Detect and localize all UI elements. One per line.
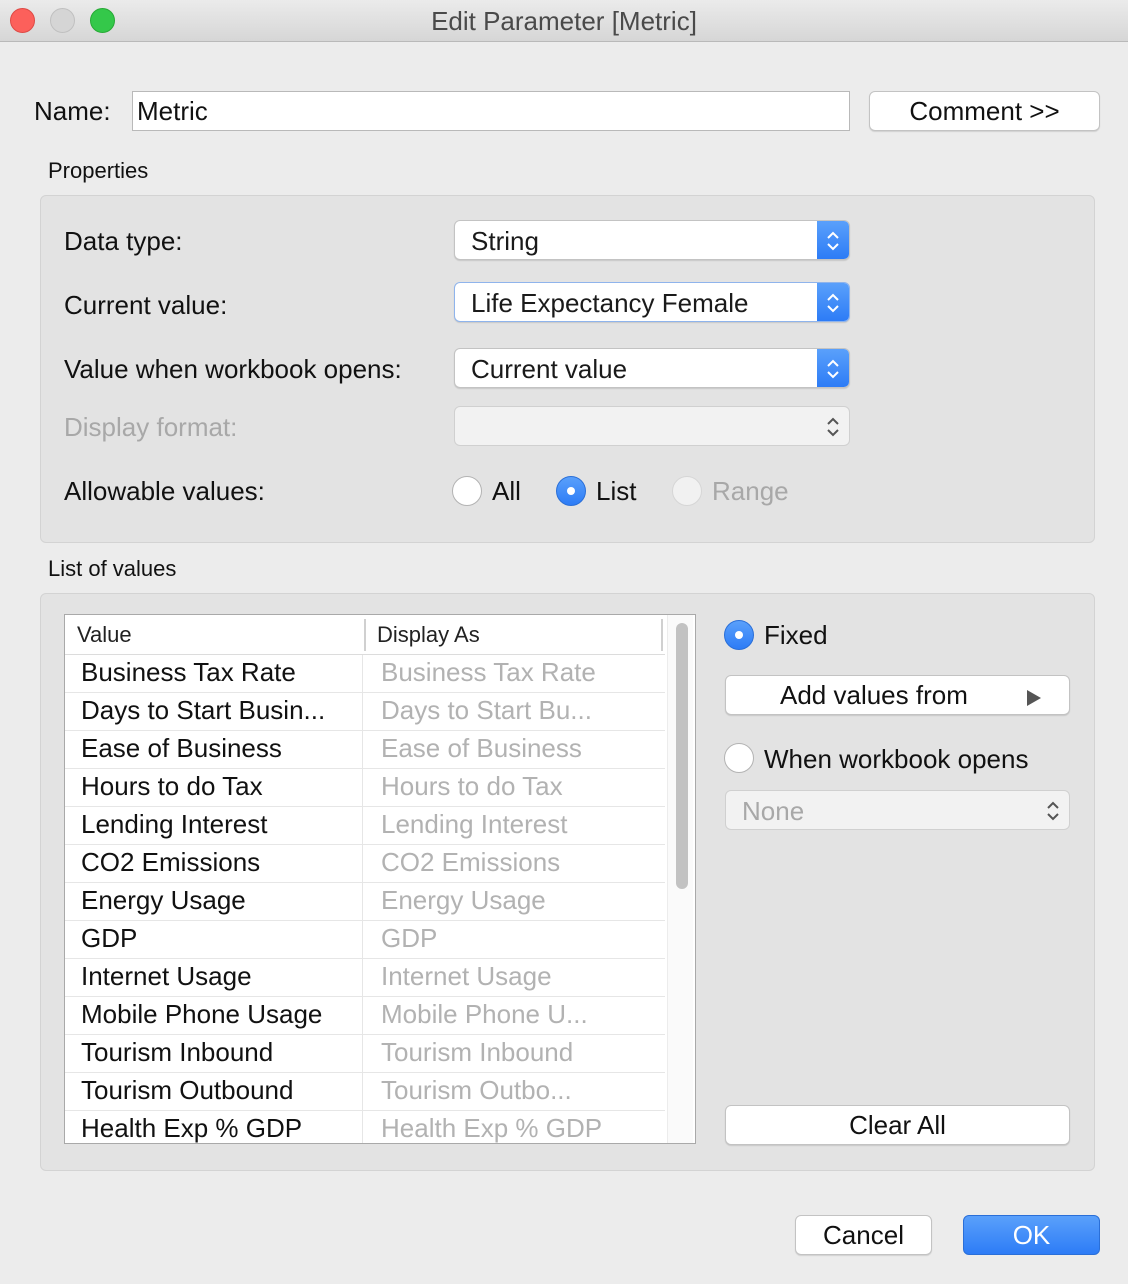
row-display-as[interactable]: Lending Interest	[381, 809, 611, 840]
column-divider	[364, 619, 366, 651]
display-format-label: Display format:	[64, 412, 238, 442]
allowable-range-radio	[672, 476, 702, 506]
row-display-as[interactable]: Tourism Outbo...	[381, 1075, 611, 1106]
row-display-as[interactable]: CO2 Emissions	[381, 847, 611, 878]
values-table[interactable]: Value Display As Business Tax Rate Busine…	[64, 614, 696, 1144]
table-row[interactable]: Health Exp % GDP Health Exp % GDP	[65, 1111, 665, 1143]
row-value[interactable]: CO2 Emissions	[81, 847, 357, 878]
current-value-select[interactable]: Life Expectancy Female	[454, 282, 850, 322]
ok-button[interactable]: OK	[963, 1215, 1100, 1255]
current-value-value: Life Expectancy Female	[471, 288, 749, 318]
name-label: Name:	[34, 96, 111, 126]
table-row[interactable]: Days to Start Busin... Days to Start Bu..…	[65, 693, 665, 731]
row-value[interactable]: Days to Start Busin...	[81, 695, 357, 726]
row-display-as[interactable]: Health Exp % GDP	[381, 1113, 611, 1143]
row-value[interactable]: Business Tax Rate	[81, 657, 357, 688]
row-display-as[interactable]: Business Tax Rate	[381, 657, 611, 688]
row-display-as[interactable]: Internet Usage	[381, 961, 611, 992]
select-arrows-icon	[817, 283, 849, 321]
select-arrows-icon	[817, 221, 849, 259]
list-of-values-section-label: List of values	[48, 556, 177, 581]
workbook-opens-source-select: None	[725, 790, 1070, 830]
table-row[interactable]: Mobile Phone Usage Mobile Phone U...	[65, 997, 665, 1035]
workbook-opens-value: Current value	[471, 354, 628, 384]
row-display-as[interactable]: Mobile Phone U...	[381, 999, 611, 1030]
row-display-as[interactable]: Ease of Business	[381, 733, 611, 764]
current-value-label: Current value:	[64, 290, 228, 320]
add-values-from-label: Add values from	[780, 680, 968, 710]
select-arrows-icon	[1037, 791, 1069, 829]
table-row[interactable]: Ease of Business Ease of Business	[65, 731, 665, 769]
workbook-opens-source-value: None	[742, 796, 805, 826]
table-row[interactable]: Hours to do Tax Hours to do Tax	[65, 769, 665, 807]
fixed-label: Fixed	[764, 620, 828, 650]
column-header-value[interactable]: Value	[77, 622, 132, 648]
allowable-list-label: List	[596, 476, 637, 506]
select-arrows-icon	[817, 407, 849, 445]
when-workbook-opens-label: When workbook opens	[764, 744, 1029, 774]
table-rows: Business Tax Rate Business Tax Rate Days …	[65, 655, 665, 1143]
row-value[interactable]: Health Exp % GDP	[81, 1113, 357, 1143]
row-value[interactable]: Ease of Business	[81, 733, 357, 764]
workbook-opens-select[interactable]: Current value	[454, 348, 850, 388]
row-display-as[interactable]: GDP	[381, 923, 611, 954]
scrollbar-thumb[interactable]	[676, 623, 688, 889]
allowable-values-label: Allowable values:	[64, 476, 265, 506]
table-row[interactable]: Tourism Inbound Tourism Inbound	[65, 1035, 665, 1073]
column-divider	[661, 619, 663, 651]
row-value[interactable]: Tourism Outbound	[81, 1075, 357, 1106]
table-row[interactable]: Lending Interest Lending Interest	[65, 807, 665, 845]
fixed-radio[interactable]	[724, 620, 754, 650]
table-row[interactable]: CO2 Emissions CO2 Emissions	[65, 845, 665, 883]
table-header: Value Display As	[65, 615, 665, 655]
data-type-value: String	[471, 226, 539, 256]
comment-button[interactable]: Comment >>	[869, 91, 1100, 131]
allowable-all-radio[interactable]	[452, 476, 482, 506]
row-value[interactable]: Energy Usage	[81, 885, 357, 916]
column-header-display-as[interactable]: Display As	[377, 622, 480, 648]
title-bar: Edit Parameter [Metric]	[0, 0, 1128, 42]
play-arrow-icon	[1025, 684, 1043, 715]
row-display-as[interactable]: Tourism Inbound	[381, 1037, 611, 1068]
name-input[interactable]: Metric	[132, 91, 850, 131]
allowable-range-label: Range	[712, 476, 789, 506]
table-row[interactable]: Business Tax Rate Business Tax Rate	[65, 655, 665, 693]
allowable-all-label: All	[492, 476, 521, 506]
row-value[interactable]: GDP	[81, 923, 357, 954]
cancel-button[interactable]: Cancel	[795, 1215, 932, 1255]
select-arrows-icon	[817, 349, 849, 387]
row-display-as[interactable]: Hours to do Tax	[381, 771, 611, 802]
data-type-label: Data type:	[64, 226, 183, 256]
table-row[interactable]: Energy Usage Energy Usage	[65, 883, 665, 921]
row-value[interactable]: Hours to do Tax	[81, 771, 357, 802]
row-display-as[interactable]: Energy Usage	[381, 885, 611, 916]
table-row[interactable]: Internet Usage Internet Usage	[65, 959, 665, 997]
row-display-as[interactable]: Days to Start Bu...	[381, 695, 611, 726]
row-value[interactable]: Tourism Inbound	[81, 1037, 357, 1068]
properties-section-label: Properties	[48, 158, 149, 183]
table-row[interactable]: Tourism Outbound Tourism Outbo...	[65, 1073, 665, 1111]
row-value[interactable]: Mobile Phone Usage	[81, 999, 357, 1030]
vertical-scrollbar[interactable]	[667, 615, 693, 1143]
add-values-from-button[interactable]: Add values from	[725, 675, 1070, 715]
data-type-select[interactable]: String	[454, 220, 850, 260]
row-value[interactable]: Lending Interest	[81, 809, 357, 840]
when-workbook-opens-radio[interactable]	[724, 743, 754, 773]
workbook-opens-label: Value when workbook opens:	[64, 354, 402, 384]
table-row[interactable]: GDP GDP	[65, 921, 665, 959]
row-value[interactable]: Internet Usage	[81, 961, 357, 992]
display-format-select	[454, 406, 850, 446]
clear-all-button[interactable]: Clear All	[725, 1105, 1070, 1145]
allowable-list-radio[interactable]	[556, 476, 586, 506]
window-title: Edit Parameter [Metric]	[431, 6, 697, 36]
